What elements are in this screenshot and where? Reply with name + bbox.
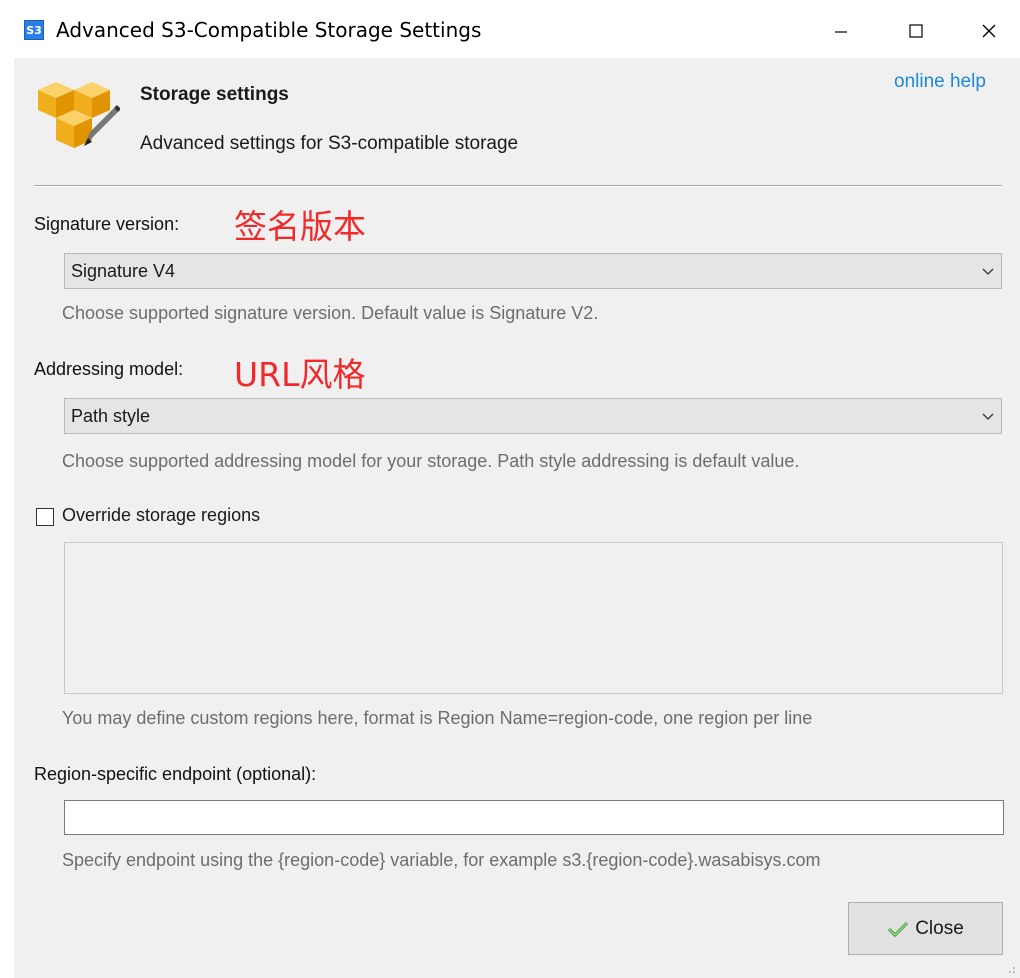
addressing-model-select[interactable]: Path style	[64, 398, 1002, 434]
endpoint-label: Region-specific endpoint (optional):	[34, 764, 317, 784]
addressing-model-hint: Choose supported addressing model for yo…	[62, 451, 800, 471]
close-icon	[982, 24, 996, 38]
dialog-window: S3 Advanced S3-Compatible Storage Settin…	[0, 0, 1020, 978]
maximize-icon	[909, 24, 923, 38]
minimize-icon	[835, 31, 847, 33]
signature-version-hint: Choose supported signature version. Defa…	[62, 303, 599, 323]
storage-boxes-pencil-icon	[38, 82, 120, 148]
endpoint-hint: Specify endpoint using the {region-code}…	[62, 850, 821, 870]
addressing-model-value: Path style	[71, 406, 151, 426]
close-button[interactable]: Close	[848, 902, 1003, 955]
online-help-link[interactable]: online help	[894, 71, 986, 93]
endpoint-input[interactable]	[64, 800, 1004, 835]
chevron-down-icon	[982, 413, 994, 420]
override-regions-checkbox[interactable]	[36, 508, 54, 526]
maximize-button[interactable]	[893, 12, 939, 50]
dialog-body: Storage settings Advanced settings for S…	[14, 58, 1020, 978]
header-divider	[34, 185, 1002, 187]
header-title: Storage settings	[140, 84, 289, 105]
signature-version-label: Signature version:	[34, 214, 180, 234]
addressing-annotation: URL风格	[234, 355, 366, 394]
resize-grip-icon[interactable]	[1006, 964, 1016, 974]
minimize-button[interactable]	[818, 12, 864, 50]
checkmark-icon	[888, 921, 909, 937]
window-title: Advanced S3-Compatible Storage Settings	[56, 18, 482, 42]
addressing-model-label: Addressing model:	[34, 359, 184, 379]
title-bar[interactable]: S3 Advanced S3-Compatible Storage Settin…	[0, 0, 1020, 58]
signature-annotation: 签名版本	[234, 207, 366, 246]
override-regions-label[interactable]: Override storage regions	[62, 505, 260, 526]
chevron-down-icon	[982, 268, 994, 275]
regions-hint: You may define custom regions here, form…	[62, 708, 813, 728]
regions-textarea[interactable]	[64, 542, 1003, 694]
signature-version-value: Signature V4	[71, 261, 176, 281]
signature-version-select[interactable]: Signature V4	[64, 253, 1002, 289]
header-subtitle: Advanced settings for S3-compatible stor…	[140, 133, 519, 154]
close-button-label: Close	[915, 917, 964, 939]
close-window-button[interactable]	[966, 12, 1012, 50]
app-icon: S3	[24, 20, 44, 40]
